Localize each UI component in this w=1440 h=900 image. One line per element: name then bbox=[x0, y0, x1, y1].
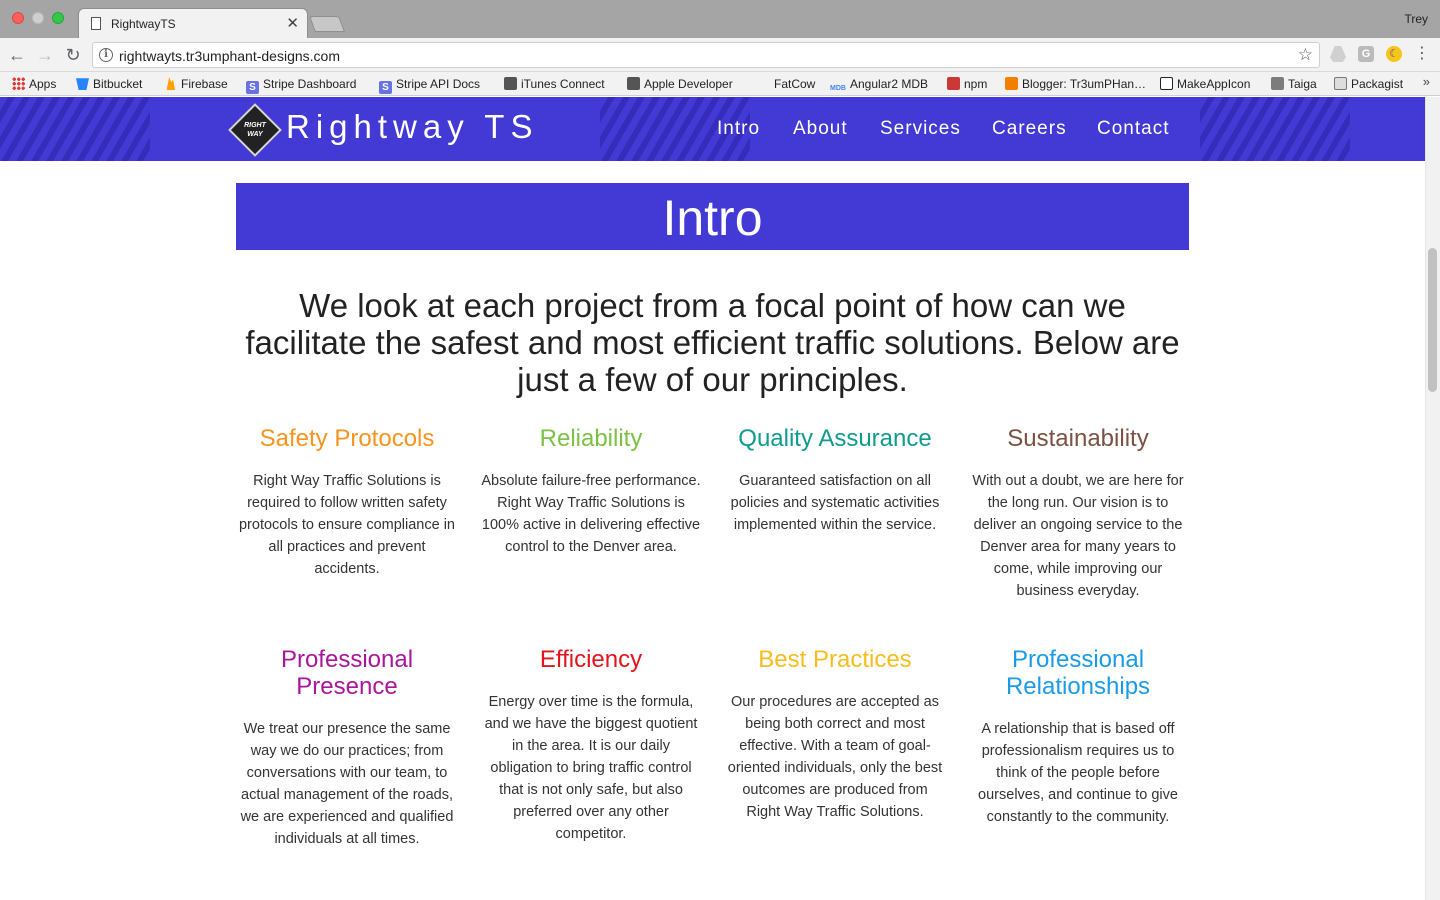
minimize-window-button[interactable] bbox=[32, 12, 44, 24]
principle-description: Our procedures are accepted as being bot… bbox=[727, 694, 943, 820]
principle-title: Quality Assurance bbox=[738, 425, 932, 452]
page-scrollbar-track[interactable] bbox=[1425, 97, 1440, 900]
intro-banner: Intro bbox=[236, 183, 1189, 250]
site-header: RIGHT WAY bbox=[0, 97, 1425, 161]
apple-icon bbox=[627, 77, 640, 90]
tab-title: RightwayTS bbox=[111, 17, 176, 31]
principle-description: Guaranteed satisfaction on all policies … bbox=[730, 473, 940, 533]
bookmark-fatcow[interactable]: FatCow bbox=[774, 75, 815, 93]
drive-extension-icon[interactable] bbox=[1330, 46, 1346, 62]
tab-close-icon[interactable]: ✕ bbox=[286, 14, 299, 32]
bookmarks-bar: Apps Bitbucket Firebase S Stripe Dashboar… bbox=[0, 72, 1440, 96]
bookmark-apps[interactable]: Apps bbox=[12, 75, 56, 93]
bookmark-angular2-mdb[interactable]: MDB Angular2 MDB bbox=[830, 75, 928, 93]
logo-text: RIGHT WAY bbox=[244, 122, 266, 138]
principle-card: Efficiency Energy over time is the formu… bbox=[480, 646, 702, 845]
page-scrollbar-thumb[interactable] bbox=[1428, 248, 1437, 392]
principle-card: Best Practices Our procedures are accept… bbox=[724, 646, 946, 823]
principle-card: Reliability Absolute failure-free perfor… bbox=[480, 425, 702, 558]
profile-name[interactable]: Trey bbox=[1404, 12, 1428, 26]
page-icon bbox=[91, 17, 101, 30]
principle-description: Absolute failure-free performance. Right… bbox=[481, 473, 701, 555]
taiga-icon bbox=[1271, 77, 1284, 90]
makeappicon-icon bbox=[1160, 77, 1173, 90]
window-titlebar: RightwayTS ✕ Trey bbox=[0, 0, 1440, 38]
bookmark-itunes-connect[interactable]: iTunes Connect bbox=[504, 75, 605, 93]
bookmark-taiga[interactable]: Taiga bbox=[1271, 75, 1317, 93]
tire-tread-decoration bbox=[1200, 97, 1350, 161]
principle-card: Safety Protocols Right Way Traffic Solut… bbox=[236, 425, 458, 580]
stripe-icon: S bbox=[246, 81, 259, 94]
principle-description: With out a doubt, we are here for the lo… bbox=[972, 473, 1184, 599]
url-text[interactable]: rightwayts.tr3umphant-designs.com bbox=[119, 48, 340, 64]
principle-card: Professional Relationships A relationshi… bbox=[967, 646, 1189, 828]
g-extension-icon[interactable]: G bbox=[1358, 46, 1374, 62]
reload-icon[interactable]: ↻ bbox=[62, 44, 84, 66]
nav-link-intro[interactable]: Intro bbox=[717, 118, 760, 140]
firebase-icon bbox=[166, 77, 176, 90]
packagist-icon bbox=[1334, 77, 1347, 90]
site-brand[interactable]: Rightway TS bbox=[286, 108, 538, 146]
principle-title: Safety Protocols bbox=[259, 425, 435, 452]
apps-grid-icon bbox=[12, 77, 25, 90]
principle-card: Professional Presence We treat our prese… bbox=[236, 646, 458, 850]
bookmark-stripe-api-docs[interactable]: S Stripe API Docs bbox=[379, 75, 480, 94]
bookmark-apple-developer[interactable]: Apple Developer bbox=[627, 75, 733, 93]
bookmarks-overflow-chevron[interactable]: » bbox=[1423, 74, 1430, 89]
intro-heading: Intro bbox=[662, 190, 763, 246]
blogger-icon bbox=[1005, 77, 1018, 90]
principle-title: Efficiency bbox=[539, 646, 643, 673]
nav-link-contact[interactable]: Contact bbox=[1097, 118, 1169, 140]
site-info-icon[interactable]: i bbox=[99, 48, 113, 62]
apple-icon bbox=[504, 77, 517, 90]
bitbucket-icon bbox=[76, 78, 89, 90]
bookmark-stripe-dashboard[interactable]: S Stripe Dashboard bbox=[246, 75, 356, 94]
bookmark-packagist[interactable]: Packagist bbox=[1334, 75, 1403, 93]
tire-tread-decoration bbox=[0, 97, 150, 161]
browser-tab-active[interactable]: RightwayTS ✕ bbox=[78, 8, 308, 38]
principle-title: Best Practices bbox=[758, 646, 912, 673]
bookmark-npm[interactable]: npm bbox=[947, 75, 987, 93]
nav-link-about[interactable]: About bbox=[793, 118, 848, 140]
address-bar[interactable]: i rightwayts.tr3umphant-designs.com ☆ bbox=[92, 42, 1320, 68]
close-window-button[interactable] bbox=[12, 12, 24, 24]
new-tab-button[interactable] bbox=[309, 16, 345, 32]
forward-arrow-icon[interactable]: → bbox=[34, 44, 56, 66]
back-arrow-icon[interactable]: ← bbox=[6, 44, 28, 66]
nav-link-careers[interactable]: Careers bbox=[992, 118, 1067, 140]
principle-card: Quality Assurance Guaranteed satisfactio… bbox=[724, 425, 946, 536]
chrome-menu-icon[interactable]: ⋮ bbox=[1414, 44, 1430, 64]
bookmark-bitbucket[interactable]: Bitbucket bbox=[76, 75, 142, 93]
bookmark-star-icon[interactable]: ☆ bbox=[1298, 45, 1313, 65]
principle-card: Sustainability With out a doubt, we are … bbox=[967, 425, 1189, 602]
intro-lead-text: We look at each project from a focal poi… bbox=[245, 287, 1180, 398]
nav-link-services[interactable]: Services bbox=[880, 118, 961, 140]
npm-icon bbox=[947, 77, 960, 90]
bookmark-firebase[interactable]: Firebase bbox=[164, 75, 228, 93]
stripe-icon: S bbox=[379, 81, 392, 94]
mdb-icon: MDB bbox=[830, 85, 846, 92]
browser-toolbar: ← → ↻ i rightwayts.tr3umphant-designs.co… bbox=[0, 38, 1440, 72]
principle-description: We treat our presence the same way we do… bbox=[240, 721, 454, 847]
principle-title: Sustainability bbox=[1007, 425, 1149, 452]
maximize-window-button[interactable] bbox=[52, 12, 64, 24]
principle-title: Professional Presence bbox=[280, 646, 414, 700]
moon-extension-icon[interactable]: ☾ bbox=[1386, 46, 1402, 62]
bookmark-makeappicon[interactable]: MakeAppIcon bbox=[1160, 75, 1250, 93]
principle-description: A relationship that is based off profess… bbox=[978, 721, 1178, 825]
principle-title: Professional Relationships bbox=[1005, 646, 1151, 700]
principle-description: Energy over time is the formula, and we … bbox=[484, 694, 698, 842]
bookmark-blogger[interactable]: Blogger: Tr3umPHan… bbox=[1005, 75, 1146, 93]
principle-description: Right Way Traffic Solutions is required … bbox=[238, 473, 455, 577]
principle-title: Reliability bbox=[539, 425, 643, 452]
